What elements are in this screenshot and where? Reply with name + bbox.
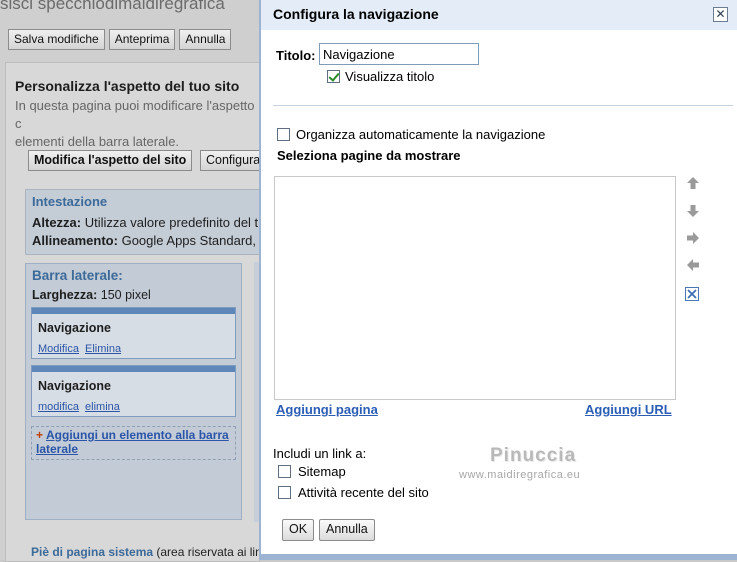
sidebar-width-row: Larghezza: 150 pixel xyxy=(32,288,151,302)
auto-organize-checkbox[interactable] xyxy=(277,128,290,141)
add-page-link[interactable]: Aggiungi pagina xyxy=(276,402,378,417)
save-changes-button[interactable]: Salva modifiche xyxy=(8,29,105,50)
add-url-link[interactable]: Aggiungi URL xyxy=(585,402,672,417)
sitemap-option[interactable]: Sitemap xyxy=(278,464,346,479)
close-icon[interactable]: ✕ xyxy=(713,7,728,22)
remove-icon[interactable] xyxy=(685,287,699,301)
site-title: sisci specchiodimaidiregrafica xyxy=(0,0,225,13)
arrow-left-icon[interactable] xyxy=(685,257,701,273)
add-sidebar-element[interactable]: + Aggiungi un elemento alla barra lateral… xyxy=(31,426,236,460)
dialog-bottom-border xyxy=(261,554,737,560)
gadget-drag-handle[interactable] xyxy=(32,308,235,314)
system-footer-note: (area riservata ai lin xyxy=(156,545,262,559)
arrow-up-icon[interactable] xyxy=(685,175,701,191)
watermark-name: Pinuccia xyxy=(490,445,577,466)
gadget-title: Navigazione xyxy=(38,321,111,335)
sidebar-section: Barra laterale: Larghezza: 150 pixel Nav… xyxy=(25,263,242,520)
header-section[interactable]: Intestazione Altezza: Utilizza valore pr… xyxy=(25,189,265,255)
gadget-delete-link[interactable]: Elimina xyxy=(85,343,121,355)
auto-organize-option[interactable]: Organizza automaticamente la navigazione xyxy=(277,127,545,142)
sitemap-label: Sitemap xyxy=(298,464,346,479)
page-description: In questa pagina puoi modificare l'aspet… xyxy=(15,97,260,151)
gadget-edit-link[interactable]: modifica xyxy=(38,401,79,413)
arrow-down-icon[interactable] xyxy=(685,203,701,219)
sidebar-gadget[interactable]: Navigazione Modifica Elimina xyxy=(31,307,236,359)
configure-navigation-dialog: Configura la navigazione ✕ Titolo: Visua… xyxy=(259,0,737,560)
recent-activity-checkbox[interactable] xyxy=(278,486,291,499)
cancel-button[interactable]: Annulla xyxy=(319,519,375,541)
edit-site-look-button[interactable]: Modifica l'aspetto del sito xyxy=(28,150,193,171)
dialog-header: Configura la navigazione ✕ xyxy=(261,0,737,30)
arrow-right-icon[interactable] xyxy=(685,230,701,246)
watermark-url: www.maidiregrafica.eu xyxy=(459,469,581,481)
gadget-links: Modifica Elimina xyxy=(38,343,124,355)
header-align-row: Allineamento: Google Apps Standard, xyxy=(32,233,256,248)
gadget-drag-handle[interactable] xyxy=(32,366,235,372)
system-footer-row: Piè di pagina sistema (area riservata ai… xyxy=(31,545,262,559)
dialog-title: Configura la navigazione xyxy=(273,6,439,22)
cancel-page-button[interactable]: Annulla xyxy=(179,29,232,50)
plus-icon: + xyxy=(36,428,44,442)
sidebar-gadget[interactable]: Navigazione modifica elimina xyxy=(31,365,236,417)
show-title-checkbox[interactable] xyxy=(327,70,340,83)
sidebar-width-value: 150 pixel xyxy=(100,288,151,302)
show-title-option[interactable]: Visualizza titolo xyxy=(327,69,434,84)
header-section-title: Intestazione xyxy=(32,194,108,209)
page-description-line: elementi della barra laterale. xyxy=(15,134,180,149)
system-footer-label: Piè di pagina sistema xyxy=(31,545,154,559)
recent-activity-label: Attività recente del sito xyxy=(298,485,429,500)
divider xyxy=(273,105,733,106)
page-toolbar: Salva modifiche Anteprima Annulla xyxy=(8,29,232,50)
sidebar-width-label: Larghezza: xyxy=(32,288,98,302)
preview-button[interactable]: Anteprima xyxy=(108,29,176,50)
gadget-edit-link[interactable]: Modifica xyxy=(38,343,79,355)
gadget-delete-link[interactable]: elimina xyxy=(85,401,120,413)
header-align-label: Allineamento: xyxy=(32,233,118,248)
show-title-label: Visualizza titolo xyxy=(345,69,435,84)
header-height-row: Altezza: Utilizza valore predefinito del… xyxy=(32,215,258,230)
page-heading: Personalizza l'aspetto del tuo sito xyxy=(15,78,240,94)
ok-button[interactable]: OK xyxy=(282,519,315,541)
gadget-links: modifica elimina xyxy=(38,401,123,413)
recent-activity-option[interactable]: Attività recente del sito xyxy=(278,485,429,500)
add-sidebar-element-link[interactable]: Aggiungi un elemento alla barra laterale xyxy=(36,428,229,456)
title-label: Titolo: xyxy=(276,48,316,63)
select-pages-label: Seleziona pagine da mostrare xyxy=(277,148,461,163)
configure-button[interactable]: Configura xyxy=(200,150,267,171)
header-height-value: Utilizza valore predefinito del t xyxy=(84,215,259,230)
sitemap-checkbox[interactable] xyxy=(278,465,291,478)
header-height-label: Altezza: xyxy=(32,215,82,230)
pages-list[interactable] xyxy=(274,176,676,400)
header-align-value: Google Apps Standard, xyxy=(121,233,257,248)
title-input[interactable] xyxy=(319,43,479,65)
sidebar-section-title: Barra laterale: xyxy=(32,268,123,283)
page-description-line: In questa pagina puoi modificare l'aspet… xyxy=(15,98,255,131)
include-link-label: Includi un link a: xyxy=(273,446,367,461)
gadget-title: Navigazione xyxy=(38,379,111,393)
auto-organize-label: Organizza automaticamente la navigazione xyxy=(296,127,546,142)
